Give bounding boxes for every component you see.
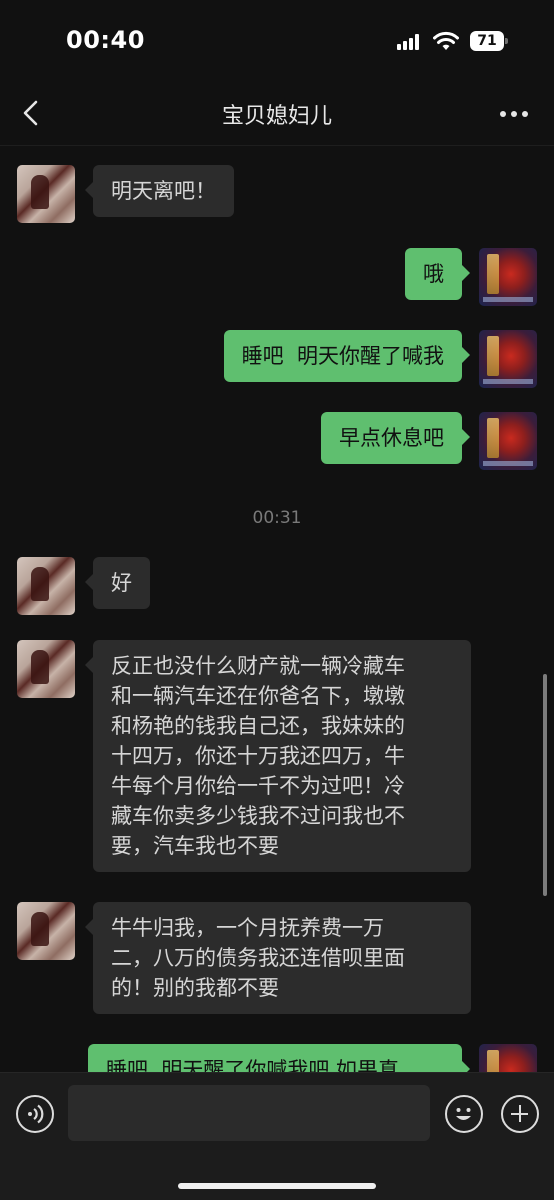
my-avatar[interactable] <box>479 412 537 470</box>
contact-avatar[interactable] <box>17 902 75 960</box>
contact-avatar[interactable] <box>17 557 75 615</box>
input-bar <box>0 1072 554 1200</box>
message-list[interactable]: 明天离吧！ 哦 睡吧 明天你醒了喊我 早点休息吧 00:31 好 反正也没什么财… <box>0 147 554 1072</box>
voice-icon[interactable] <box>16 1095 54 1133</box>
message-bubble-sent[interactable]: 哦 <box>405 248 470 300</box>
emoji-icon[interactable] <box>445 1095 483 1133</box>
signal-icon <box>397 34 421 50</box>
contact-avatar[interactable] <box>17 165 75 223</box>
chat-header: 宝贝媳妇儿 <box>0 80 554 146</box>
message-bubble-sent[interactable]: 睡吧 明天醒了你喊我吧 如果真 <box>88 1044 470 1072</box>
home-indicator[interactable] <box>178 1183 376 1189</box>
status-bar: 00:40 71 <box>0 0 554 80</box>
chat-title: 宝贝媳妇儿 <box>221 104 332 129</box>
message-bubble-received[interactable]: 好 <box>85 557 150 609</box>
my-avatar[interactable] <box>479 1044 537 1072</box>
contact-avatar[interactable] <box>17 640 75 698</box>
message-bubble-sent[interactable]: 睡吧 明天你醒了喊我 <box>223 330 471 382</box>
message-timestamp: 00:31 <box>252 508 302 528</box>
my-avatar[interactable] <box>479 248 537 306</box>
message-bubble-sent[interactable]: 早点休息吧 <box>321 412 470 464</box>
message-bubble-received[interactable]: 反正也没什么财产就一辆冷藏车 和一辆汽车还在你爸名下，墩墩 和杨艳的钱我自己还，… <box>85 640 471 872</box>
message-bubble-received[interactable]: 牛牛归我，一个月抚养费一万 二，八万的债务我还连借呗里面 的！别的我都不要 <box>85 902 471 1014</box>
my-avatar[interactable] <box>479 330 537 388</box>
message-bubble-received[interactable]: 明天离吧！ <box>85 165 234 217</box>
message-input[interactable] <box>68 1085 430 1141</box>
more-dots-icon[interactable] <box>496 102 532 126</box>
battery-icon: 71 <box>470 31 508 51</box>
scrollbar[interactable] <box>543 674 547 896</box>
battery-level: 71 <box>477 33 497 49</box>
wifi-icon <box>433 31 459 50</box>
status-time: 00:40 <box>66 26 145 54</box>
plus-icon[interactable] <box>501 1095 539 1133</box>
